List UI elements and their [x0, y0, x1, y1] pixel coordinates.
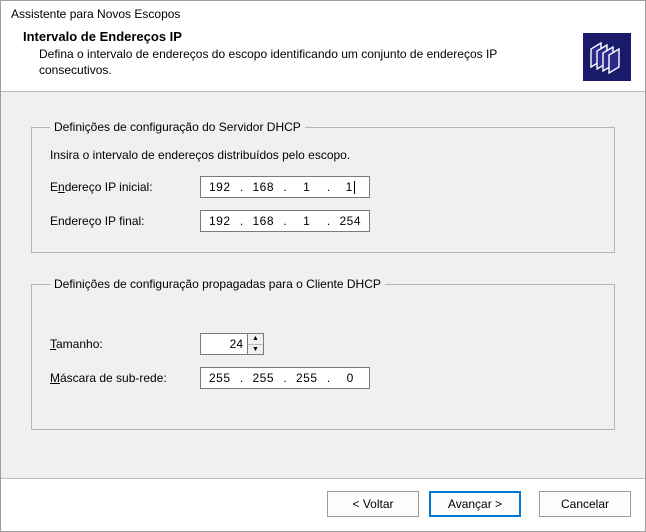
wizard-body: Definições de configuração do Servidor D… — [1, 91, 645, 479]
server-intro: Insira o intervalo de endereços distribu… — [50, 148, 596, 162]
page-title: Intervalo de Endereços IP — [23, 29, 575, 44]
next-button[interactable]: Avançar > — [429, 491, 521, 517]
group-client-config: Definições de configuração propagadas pa… — [31, 277, 615, 430]
text-cursor — [354, 181, 355, 194]
wizard-header: Intervalo de Endereços IP Defina o inter… — [1, 25, 645, 91]
spin-up-button[interactable]: ▲ — [248, 334, 263, 344]
label-start-ip: Endereço IP inicial: — [50, 180, 200, 194]
row-mask: Máscara de sub-rede: 255. 255. 255. 0 — [50, 367, 596, 389]
row-end-ip: Endereço IP final: 192. 168. 1. 254 — [50, 210, 596, 232]
wizard-icon — [583, 33, 631, 81]
input-length[interactable]: 24 ▲ ▼ — [200, 333, 264, 355]
group-server-legend: Definições de configuração do Servidor D… — [50, 120, 305, 134]
window-title: Assistente para Novos Escopos — [1, 1, 645, 25]
wizard-footer: < Voltar Avançar > Cancelar — [1, 479, 645, 531]
label-length: Tamanho: — [50, 337, 200, 351]
row-start-ip: Endereço IP inicial: 192. 168. 1. 1 — [50, 176, 596, 198]
group-client-legend: Definições de configuração propagadas pa… — [50, 277, 385, 291]
input-end-ip[interactable]: 192. 168. 1. 254 — [200, 210, 370, 232]
page-subtitle: Defina o intervalo de endereços do escop… — [23, 46, 575, 78]
wizard-window: Assistente para Novos Escopos Intervalo … — [0, 0, 646, 532]
label-end-ip: Endereço IP final: — [50, 214, 200, 228]
spin-down-button[interactable]: ▼ — [248, 344, 263, 355]
group-server-config: Definições de configuração do Servidor D… — [31, 120, 615, 253]
label-mask: Máscara de sub-rede: — [50, 371, 200, 385]
input-mask[interactable]: 255. 255. 255. 0 — [200, 367, 370, 389]
input-start-ip[interactable]: 192. 168. 1. 1 — [200, 176, 370, 198]
cancel-button[interactable]: Cancelar — [539, 491, 631, 517]
row-length: Tamanho: 24 ▲ ▼ — [50, 333, 596, 355]
back-button[interactable]: < Voltar — [327, 491, 419, 517]
